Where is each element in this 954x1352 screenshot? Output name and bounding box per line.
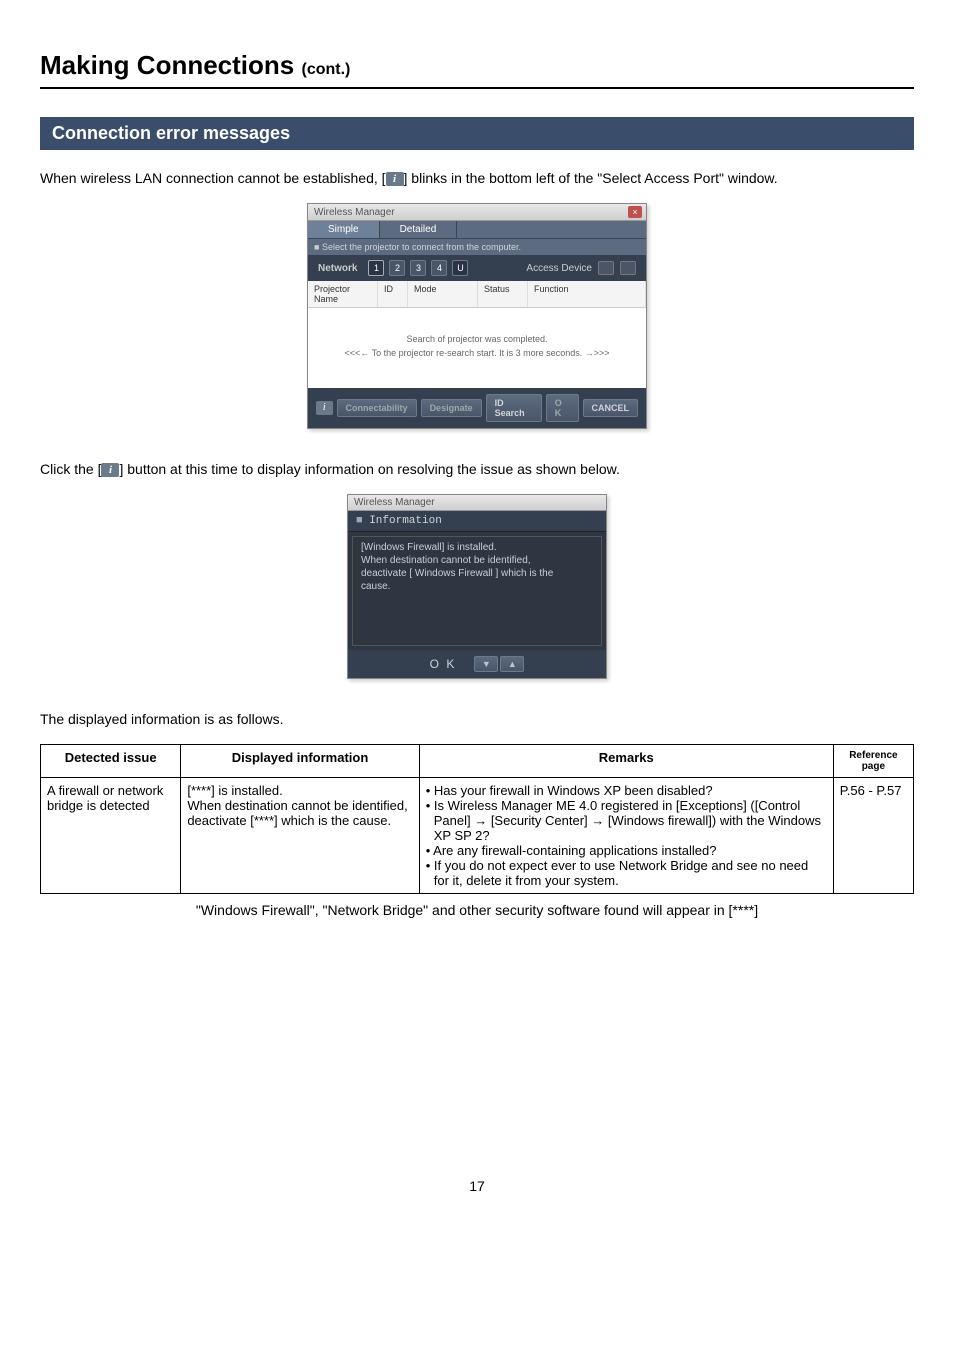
- info-icon-inline-2: i: [101, 463, 119, 477]
- list-body: Search of projector was completed. <<<← …: [308, 308, 646, 388]
- research-countdown-text: <<<← To the projector re-search start. I…: [308, 346, 646, 360]
- dialog-instruction: Select the projector to connect from the…: [308, 238, 646, 255]
- access-device-icon-1[interactable]: [598, 261, 614, 275]
- designate-button[interactable]: Designate: [421, 399, 482, 417]
- p1b: ] blinks in the bottom left of the "Sele…: [404, 170, 778, 186]
- info-body-text: [Windows Firewall] is installed. When de…: [352, 536, 602, 646]
- tab-detailed[interactable]: Detailed: [380, 221, 458, 238]
- ok-button[interactable]: O K: [546, 394, 579, 422]
- cell-remarks: • Has your firewall in Windows XP been d…: [419, 778, 833, 894]
- th-detected-issue: Detected issue: [41, 745, 181, 778]
- section-header: Connection error messages: [40, 117, 914, 150]
- th-displayed-info: Displayed information: [181, 745, 419, 778]
- connectability-button[interactable]: Connectability: [337, 399, 417, 417]
- network-bar: Network 1 2 3 4 U Access Device: [308, 255, 646, 281]
- issue-table: Detected issue Displayed information Rem…: [40, 744, 914, 894]
- info-heading: Information: [348, 511, 606, 532]
- page-title: Making Connections (cont.): [40, 50, 914, 89]
- down-arrow-button[interactable]: ▼: [474, 656, 498, 672]
- list-header: Projector Name ID Mode Status Function: [308, 281, 646, 308]
- access-device-label: Access Device: [526, 261, 636, 275]
- nav-arrows: ▼ ▲: [474, 656, 524, 672]
- tab-simple[interactable]: Simple: [308, 221, 380, 238]
- dialog-bottom-bar: i Connectability Designate ID Search O K…: [308, 388, 646, 428]
- network-u-button[interactable]: U: [452, 260, 468, 276]
- access-device-icon-2[interactable]: [620, 261, 636, 275]
- intro-paragraph-2: Click the [i] button at this time to dis…: [40, 459, 914, 480]
- up-arrow-button[interactable]: ▲: [500, 656, 524, 672]
- col-id: ID: [378, 281, 408, 307]
- table-footnote: "Windows Firewall", "Network Bridge" and…: [40, 902, 914, 918]
- info-icon: i: [386, 172, 404, 186]
- tab-row: Simple Detailed: [308, 221, 646, 238]
- info-ok-button[interactable]: O K: [430, 657, 457, 671]
- cell-reference-page: P.56 - P.57: [833, 778, 913, 894]
- col-mode: Mode: [408, 281, 478, 307]
- title-cont: (cont.): [301, 61, 350, 78]
- search-complete-text: Search of projector was completed.: [308, 332, 646, 346]
- cell-issue: A firewall or network bridge is detected: [41, 778, 181, 894]
- remarks-list: • Has your firewall in Windows XP been d…: [426, 783, 827, 888]
- dialog-title: Wireless Manager: [314, 207, 395, 218]
- information-dialog: Wireless Manager Information [Windows Fi…: [347, 494, 607, 679]
- info-icon: i: [101, 463, 119, 477]
- col-function: Function: [528, 281, 646, 307]
- dialog-titlebar: Wireless Manager ×: [308, 204, 646, 221]
- close-icon[interactable]: ×: [628, 206, 642, 218]
- cancel-button[interactable]: CANCEL: [583, 399, 639, 417]
- list-item: • Is Wireless Manager ME 4.0 registered …: [426, 798, 827, 843]
- page-number: 17: [40, 1178, 914, 1194]
- col-status: Status: [478, 281, 528, 307]
- info-icon-button[interactable]: i: [316, 401, 333, 415]
- col-projector-name: Projector Name: [308, 281, 378, 307]
- p1a: When wireless LAN connection cannot be e…: [40, 170, 386, 186]
- th-reference-page: Reference page: [833, 745, 913, 778]
- network-1-button[interactable]: 1: [368, 260, 384, 276]
- id-search-button[interactable]: ID Search: [486, 394, 542, 422]
- p2a: Click the [: [40, 461, 101, 477]
- select-access-port-dialog: Wireless Manager × Simple Detailed Selec…: [307, 203, 647, 429]
- list-item: • If you do not expect ever to use Netwo…: [426, 858, 827, 888]
- info-dialog-title: Wireless Manager: [354, 497, 435, 508]
- intro-paragraph-3: The displayed information is as follows.: [40, 709, 914, 730]
- table-row: A firewall or network bridge is detected…: [41, 778, 914, 894]
- network-2-button[interactable]: 2: [389, 260, 405, 276]
- intro-paragraph-1: When wireless LAN connection cannot be e…: [40, 168, 914, 189]
- info-bottom-bar: O K ▼ ▲: [348, 650, 606, 678]
- th-remarks: Remarks: [419, 745, 833, 778]
- info-icon-inline: i: [386, 172, 404, 186]
- title-main: Making Connections: [40, 50, 294, 80]
- cell-displayed-info: [****] is installed. When destination ca…: [181, 778, 419, 894]
- network-3-button[interactable]: 3: [410, 260, 426, 276]
- list-item: • Are any firewall-containing applicatio…: [426, 843, 827, 858]
- access-device-text: Access Device: [526, 263, 592, 274]
- p2b: ] button at this time to display informa…: [119, 461, 619, 477]
- info-dialog-titlebar: Wireless Manager: [348, 495, 606, 511]
- list-item: • Has your firewall in Windows XP been d…: [426, 783, 827, 798]
- network-label: Network: [318, 263, 357, 274]
- network-4-button[interactable]: 4: [431, 260, 447, 276]
